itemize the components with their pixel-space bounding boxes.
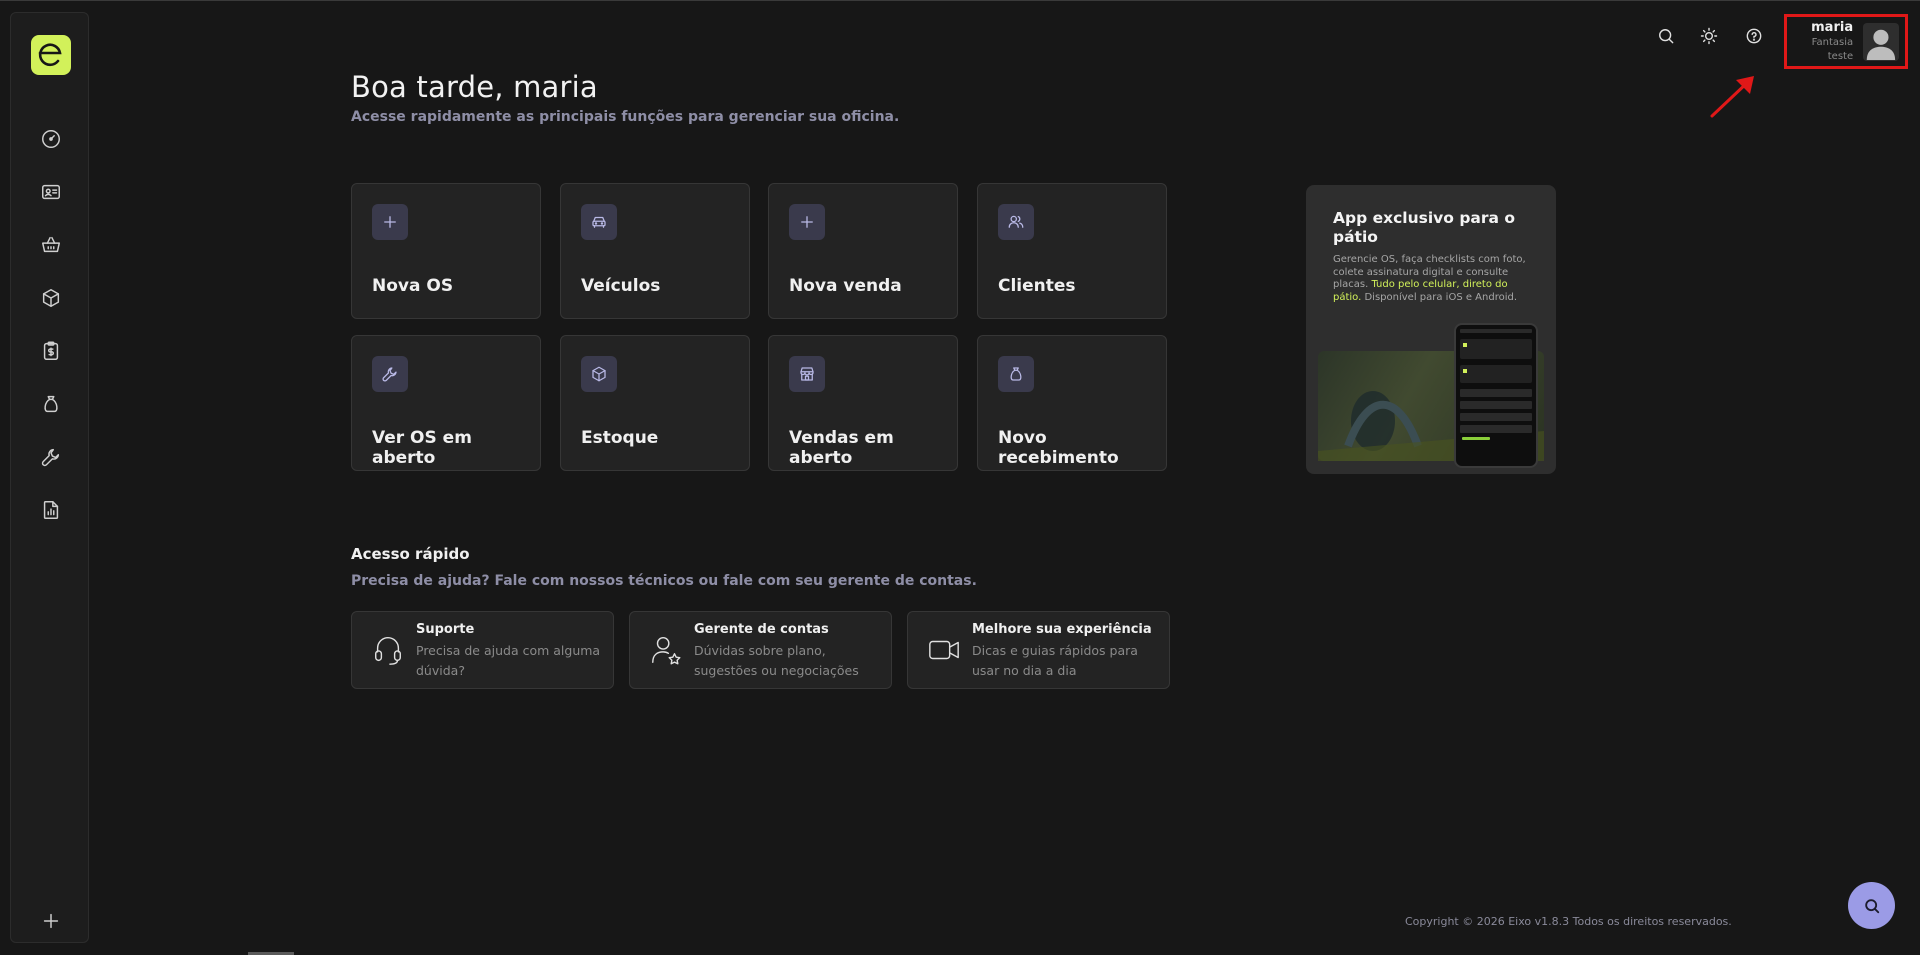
id-card-icon: [42, 184, 60, 200]
dashboard-icon: [42, 130, 60, 148]
search-icon: [1864, 898, 1879, 913]
help-card-title: Suporte: [416, 622, 475, 637]
logo-icon: [38, 43, 62, 67]
theme-toggle-button[interactable]: [1697, 24, 1721, 48]
user-menu[interactable]: maria Fantasia teste: [1784, 14, 1908, 69]
avatar: [1863, 22, 1899, 61]
promo-text: Gerencie OS, faça checklists com foto, c…: [1333, 254, 1533, 304]
clipboard-dollar-icon: [43, 341, 59, 360]
experience-card[interactable]: Melhore sua experiência Dicas e guias rá…: [907, 611, 1170, 689]
search-button[interactable]: [1654, 24, 1678, 48]
plus-icon: [384, 216, 396, 228]
money-bag-icon: [1010, 367, 1022, 381]
tile-estoque[interactable]: Estoque: [560, 335, 750, 471]
plus-icon: [43, 913, 59, 929]
video-icon: [929, 640, 959, 660]
quick-access-subtitle: Precisa de ajuda? Fale com nossos técnic…: [351, 573, 977, 589]
car-icon: [592, 216, 606, 228]
user-name: maria: [1811, 20, 1854, 35]
annotation-arrow-icon: [1710, 76, 1754, 118]
promo-title: App exclusivo para o pátio: [1333, 209, 1516, 246]
tile-vendas-em-aberto[interactable]: Vendas em aberto: [768, 335, 958, 471]
help-card-title: Melhore sua experiência: [972, 622, 1152, 637]
phone-screen-illustration: [1460, 329, 1532, 440]
help-icon: [1746, 28, 1762, 44]
promo-phone-mockup: [1454, 323, 1538, 468]
tile-label: Nova venda: [789, 276, 902, 296]
wrench-icon: [41, 448, 60, 467]
help-card-icon-wrap: [370, 632, 406, 668]
help-button[interactable]: [1742, 24, 1766, 48]
tile-icon-wrap: [581, 356, 617, 392]
floating-search-button[interactable]: [1848, 882, 1895, 929]
sidebar: [10, 12, 89, 943]
footer-copyright: Copyright © 2026 Eixo v1.8.3 Todos os di…: [1405, 915, 1732, 928]
store-icon: [800, 367, 814, 381]
help-card-desc: Dúvidas sobre plano, sugestões ou negoci…: [694, 643, 859, 678]
help-card-icon-wrap: [926, 632, 962, 668]
promo-card-app[interactable]: App exclusivo para o pátio Gerencie OS, …: [1306, 185, 1556, 474]
headset-icon: [375, 637, 401, 665]
tile-nova-venda[interactable]: Nova venda: [768, 183, 958, 319]
tile-nova-os[interactable]: Nova OS: [351, 183, 541, 319]
tile-icon-wrap: [372, 356, 408, 392]
sidebar-item-billing[interactable]: [38, 338, 64, 364]
avatar-placeholder-icon: [1866, 29, 1896, 60]
tile-icon-wrap: [372, 204, 408, 240]
user-info: maria Fantasia teste: [1787, 19, 1853, 64]
user-star-icon: [652, 637, 681, 665]
sidebar-item-services[interactable]: [38, 444, 64, 470]
tile-icon-wrap: [998, 356, 1034, 392]
tile-novo-recebimento[interactable]: Novo recebimento: [977, 335, 1167, 471]
sun-icon: [1700, 27, 1718, 45]
top-border: [0, 0, 1920, 1]
help-card-icon-wrap: [648, 632, 684, 668]
help-card-title: Gerente de contas: [694, 622, 829, 637]
box-icon: [42, 289, 60, 307]
tile-ver-os-em-aberto[interactable]: Ver OS em aberto: [351, 335, 541, 471]
sidebar-item-inventory[interactable]: [38, 285, 64, 311]
help-card-desc: Dicas e guias rápidos para usar no dia a…: [972, 643, 1138, 678]
promo-text-2: Disponível para iOS e Android.: [1361, 291, 1518, 303]
tile-label: Nova OS: [372, 276, 454, 296]
quick-access-title: Acesso rápido: [351, 545, 470, 563]
money-bag-icon: [44, 395, 58, 413]
plus-icon: [801, 216, 813, 228]
tile-icon-wrap: [789, 356, 825, 392]
tile-label: Veículos: [581, 276, 661, 296]
sidebar-item-customers[interactable]: [38, 179, 64, 205]
box-icon: [592, 366, 606, 382]
sidebar-item-sales[interactable]: [38, 232, 64, 258]
account-manager-card[interactable]: Gerente de contas Dúvidas sobre plano, s…: [629, 611, 892, 689]
tile-label: Estoque: [581, 428, 659, 448]
tile-veiculos[interactable]: Veículos: [560, 183, 750, 319]
tile-label: Ver OS em aberto: [372, 428, 472, 468]
sidebar-item-reports[interactable]: [38, 497, 64, 523]
help-card-desc: Precisa de ajuda com alguma dúvida?: [416, 643, 601, 678]
wrench-icon: [382, 367, 397, 382]
users-icon: [1008, 215, 1024, 228]
tile-icon-wrap: [998, 204, 1034, 240]
search-icon: [1659, 29, 1674, 44]
support-card[interactable]: Suporte Precisa de ajuda com alguma dúvi…: [351, 611, 614, 689]
report-icon: [43, 501, 59, 519]
tile-icon-wrap: [789, 204, 825, 240]
tile-icon-wrap: [581, 204, 617, 240]
page-title: Boa tarde, maria: [351, 70, 598, 104]
tile-label: Vendas em aberto: [789, 428, 894, 468]
sidebar-item-dashboard[interactable]: [38, 126, 64, 152]
page-subtitle: Acesse rapidamente as principais funções…: [351, 109, 900, 125]
user-company: Fantasia teste: [1811, 37, 1854, 62]
basket-icon: [42, 236, 60, 253]
tile-label: Clientes: [998, 276, 1076, 296]
tile-clientes[interactable]: Clientes: [977, 183, 1167, 319]
tile-label: Novo recebimento: [998, 428, 1119, 468]
sidebar-add-button[interactable]: [38, 908, 64, 934]
sidebar-item-finance[interactable]: [38, 391, 64, 417]
app-logo[interactable]: [31, 35, 71, 75]
